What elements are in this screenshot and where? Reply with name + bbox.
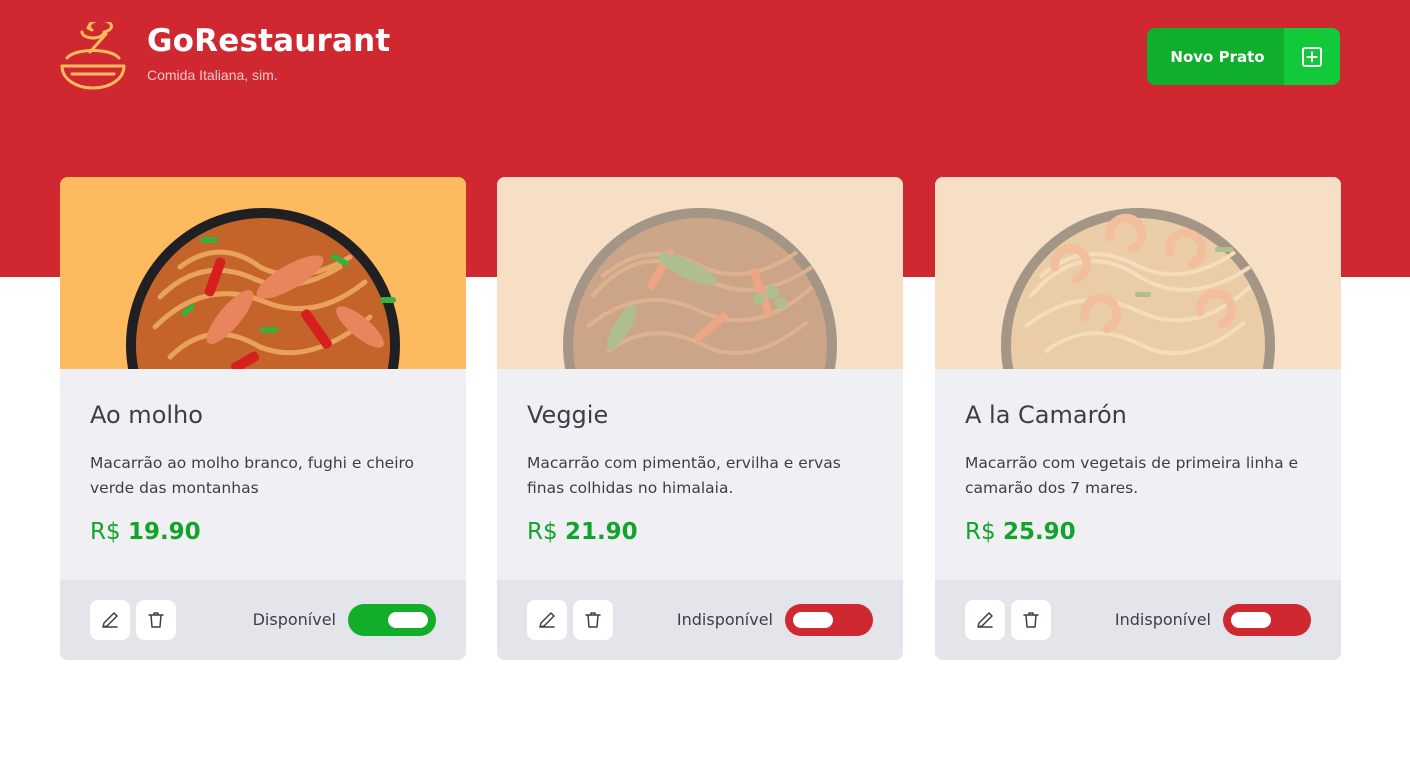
price-currency: R$ (90, 519, 121, 545)
dish-card: Ao molho Macarrão ao molho branco, fughi… (60, 177, 466, 660)
price-currency: R$ (965, 519, 996, 545)
plus-square-icon (1284, 28, 1340, 85)
new-dish-button-label: Novo Prato (1170, 47, 1265, 66)
trash-icon (585, 612, 601, 628)
pencil-icon (539, 612, 555, 628)
app-title: GoRestaurant (147, 23, 391, 59)
app-subtitle: Comida Italiana, sim. (147, 67, 278, 83)
dish-image (60, 177, 466, 369)
dish-actions: Indisponível (497, 580, 903, 660)
dish-description: Macarrão com pimentão, ervilha e ervas f… (527, 454, 841, 497)
new-dish-button[interactable]: Novo Prato (1147, 28, 1340, 85)
pencil-icon (102, 612, 118, 628)
dish-price: R$ 25.90 (965, 519, 1076, 545)
trash-icon (148, 612, 164, 628)
availability-label: Indisponível (1114, 610, 1211, 629)
trash-icon (1023, 612, 1039, 628)
delete-button[interactable] (1011, 600, 1051, 640)
dish-actions: Indisponível (935, 580, 1341, 660)
bowl-icon (60, 22, 126, 90)
availability-label: Indisponível (676, 610, 773, 629)
edit-button[interactable] (965, 600, 1005, 640)
dish-description: Macarrão com vegetais de primeira linha … (965, 454, 1299, 497)
toggle-knob (1231, 612, 1271, 628)
availability-toggle[interactable] (785, 604, 873, 636)
delete-button[interactable] (573, 600, 613, 640)
toggle-knob (388, 612, 428, 628)
pencil-icon (977, 612, 993, 628)
dish-description: Macarrão ao molho branco, fughi e cheiro… (90, 454, 415, 497)
price-currency: R$ (527, 519, 558, 545)
dish-info: Veggie Macarrão com pimentão, ervilha e … (497, 369, 903, 580)
dish-image (497, 177, 903, 369)
delete-button[interactable] (136, 600, 176, 640)
dish-actions: Disponível (60, 580, 466, 660)
price-value: 25.90 (1002, 519, 1076, 545)
dish-name: Veggie (527, 401, 609, 429)
toggle-knob (793, 612, 833, 628)
price-value: 21.90 (564, 519, 638, 545)
dish-info: Ao molho Macarrão ao molho branco, fughi… (60, 369, 466, 580)
availability-toggle[interactable] (1223, 604, 1311, 636)
dish-card: A la Camarón Macarrão com vegetais de pr… (935, 177, 1341, 660)
availability-label: Disponível (252, 610, 336, 629)
dish-image (935, 177, 1341, 369)
dish-info: A la Camarón Macarrão com vegetais de pr… (935, 369, 1341, 580)
edit-button[interactable] (90, 600, 130, 640)
dish-card: Veggie Macarrão com pimentão, ervilha e … (497, 177, 903, 660)
dish-price: R$ 21.90 (527, 519, 638, 545)
dish-name: A la Camarón (965, 401, 1127, 429)
dish-price: R$ 19.90 (90, 519, 201, 545)
availability-toggle[interactable] (348, 604, 436, 636)
edit-button[interactable] (527, 600, 567, 640)
price-value: 19.90 (127, 519, 201, 545)
dish-name: Ao molho (90, 401, 203, 429)
